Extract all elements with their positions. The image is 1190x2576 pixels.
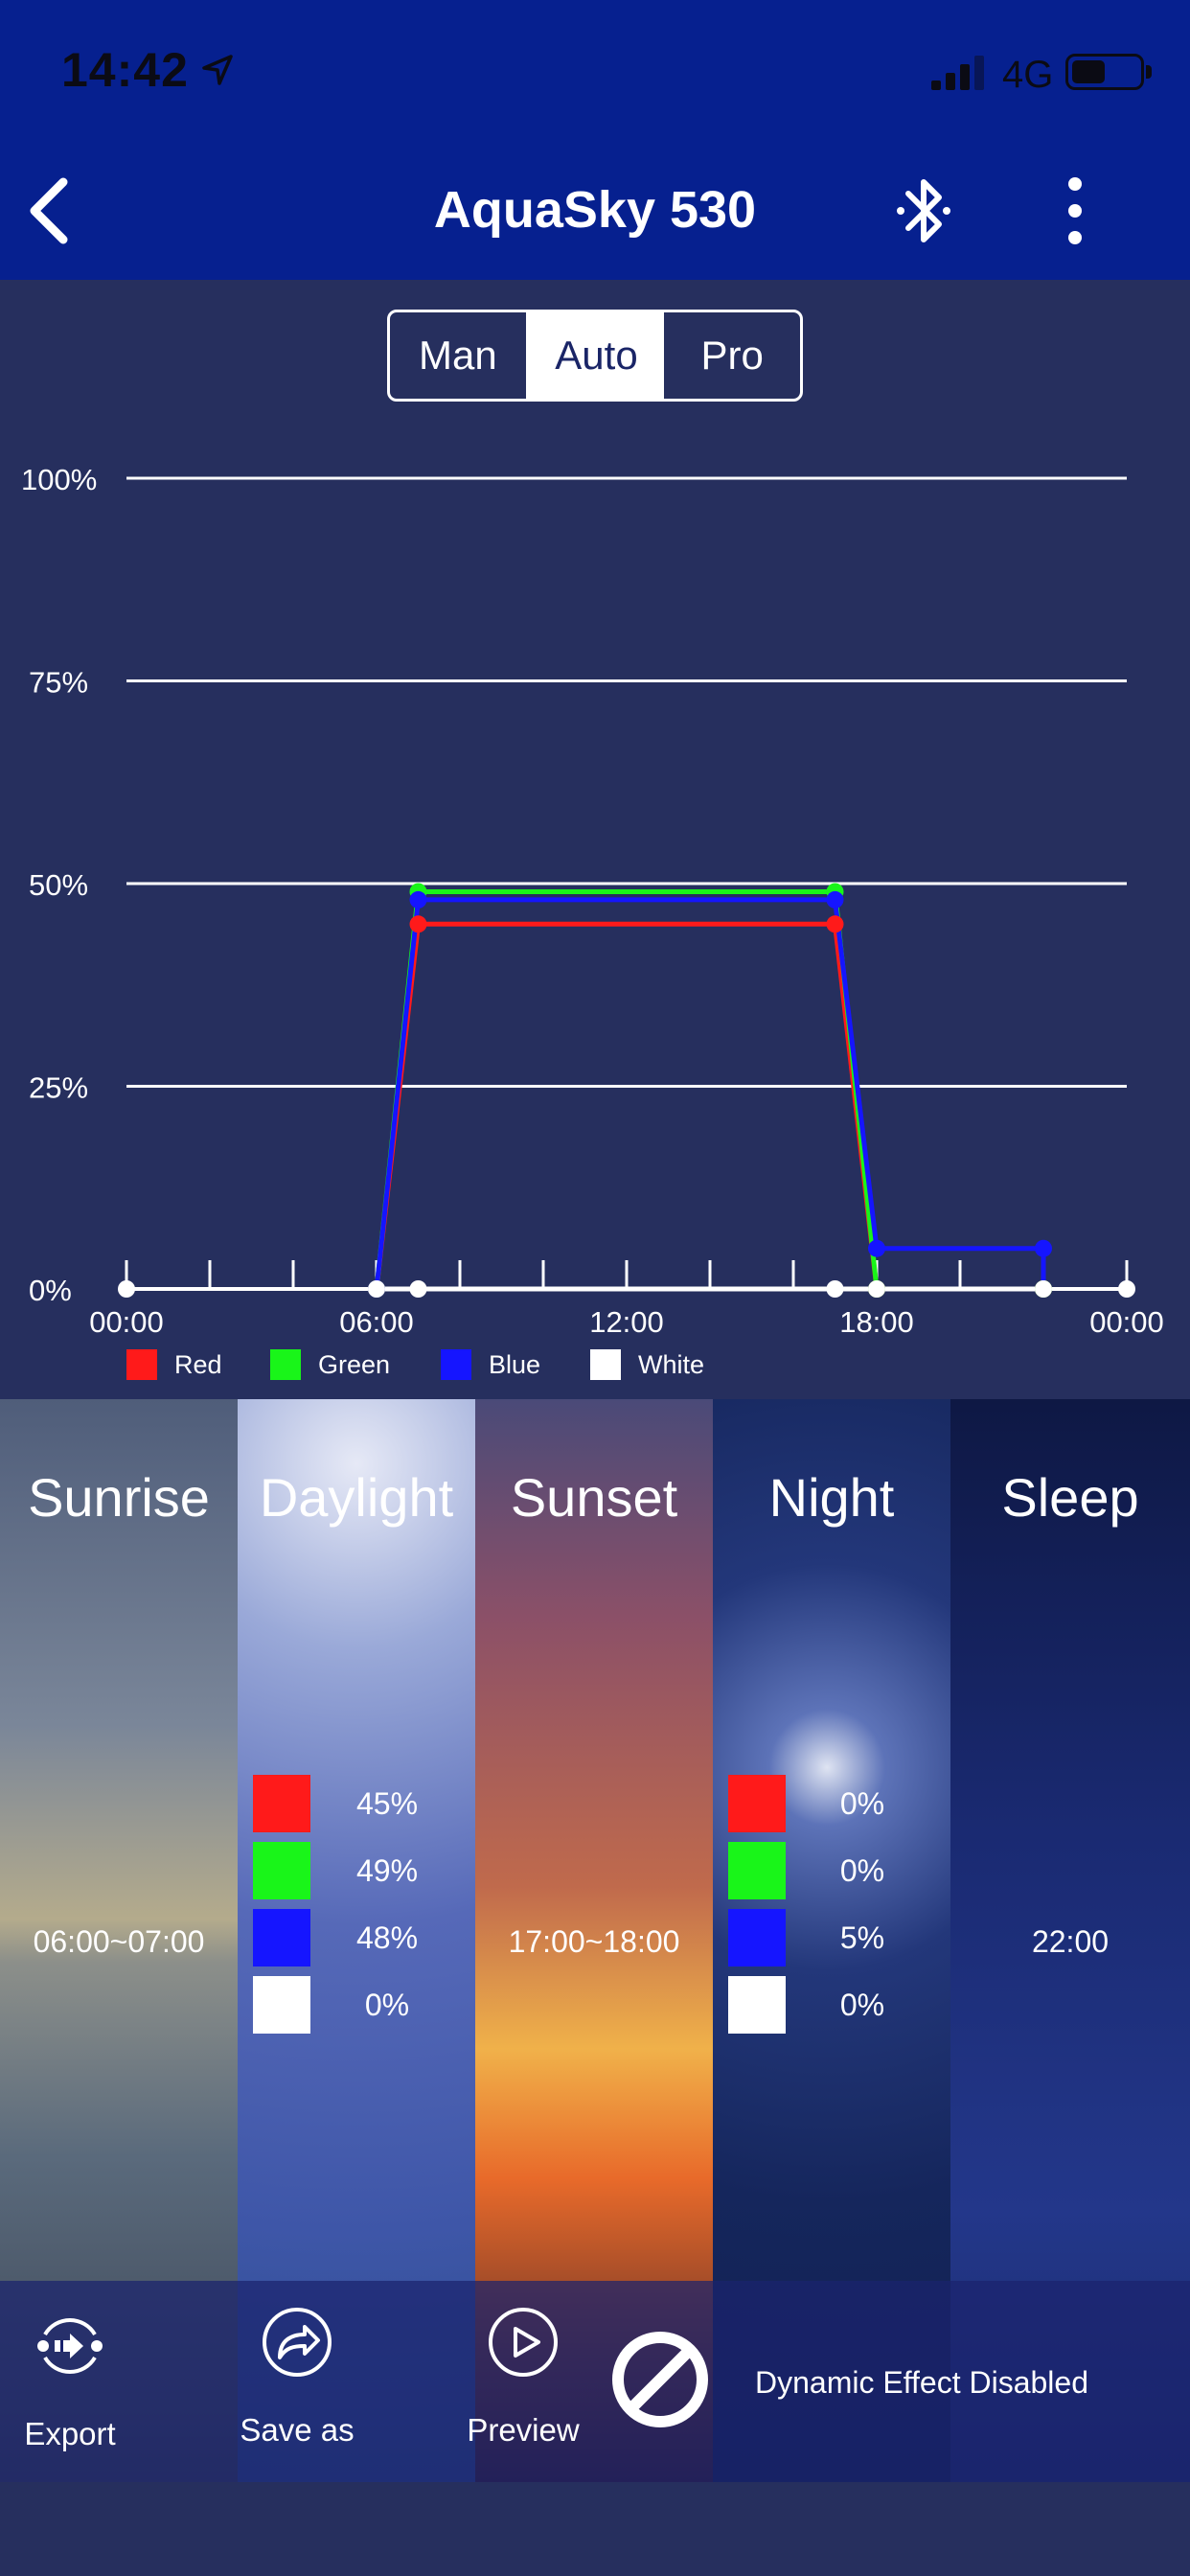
data-point-white — [868, 1280, 885, 1298]
value-row-blue: 48% — [253, 1909, 460, 1976]
legend-swatch — [126, 1349, 157, 1380]
blue-swatch — [253, 1909, 310, 1966]
mode-segmented-control: Man Auto Pro — [387, 310, 803, 402]
value-row-red: 45% — [253, 1775, 460, 1842]
data-point-blue — [1035, 1239, 1052, 1257]
data-point-white — [368, 1280, 385, 1298]
top-bar: 14:42 4G AquaSky 530 — [0, 0, 1190, 280]
series-line-blue — [374, 897, 1046, 1290]
bottom-area — [0, 2482, 1190, 2576]
page-title: AquaSky 530 — [433, 181, 757, 239]
save-as-label: Save as — [240, 2412, 355, 2448]
legend-item-green: Green — [270, 1349, 390, 1380]
value-row-white: 0% — [253, 1976, 460, 2043]
signal-icon — [931, 56, 984, 90]
blue-value: 5% — [839, 1920, 885, 1955]
white-value: 0% — [839, 1988, 885, 2022]
legend-label: White — [638, 1349, 705, 1379]
tab-pro[interactable]: Pro — [664, 312, 800, 399]
red-value: 45% — [355, 1786, 419, 1821]
green-value: 49% — [355, 1853, 419, 1888]
x-tick-label: 00:00 — [89, 1305, 164, 1339]
play-icon — [489, 2308, 558, 2377]
export-button[interactable]: Export — [0, 2308, 140, 2452]
legend-swatch — [270, 1349, 301, 1380]
bluetooth-icon[interactable] — [887, 172, 960, 249]
value-row-red: 0% — [728, 1775, 935, 1842]
disabled-icon[interactable] — [609, 2329, 711, 2430]
red-swatch — [253, 1775, 310, 1832]
white-swatch — [253, 1976, 310, 2034]
value-row-blue: 5% — [728, 1909, 935, 1976]
y-tick-label: 100% — [21, 463, 97, 496]
white-swatch — [728, 1976, 786, 2034]
legend-label: Blue — [489, 1349, 541, 1379]
scene-title: Sleep — [1001, 1467, 1139, 1528]
intensity-chart: 100% 75% 50% 25% 0% 00:00 06:00 12:00 18:00 00:00 — [21, 463, 1164, 1339]
export-label: Export — [24, 2416, 116, 2451]
y-tick-label: 0% — [29, 1274, 72, 1307]
value-row-green: 49% — [253, 1842, 460, 1909]
scene-title: Night — [768, 1467, 895, 1528]
channel-values: 0% 0% 5% 0% — [728, 1775, 935, 2043]
more-vertical-icon[interactable] — [1054, 171, 1096, 251]
location-arrow-icon — [202, 55, 233, 85]
save-as-button[interactable]: Save as — [220, 2304, 374, 2449]
y-tick-label: 25% — [29, 1071, 88, 1105]
data-point-white — [1035, 1280, 1052, 1298]
scene-title: Sunrise — [28, 1467, 210, 1528]
network-type: 4G — [1002, 54, 1054, 96]
data-point-red — [826, 915, 844, 933]
axis-end-point — [118, 1280, 135, 1298]
red-value: 0% — [839, 1786, 885, 1821]
tab-auto[interactable]: Auto — [528, 312, 665, 399]
x-tick-label: 12:00 — [589, 1305, 664, 1339]
green-value: 0% — [839, 1853, 885, 1888]
battery-icon — [1065, 54, 1144, 90]
export-icon — [37, 2317, 103, 2375]
legend-label: Green — [318, 1349, 391, 1379]
data-point-white — [409, 1280, 427, 1298]
legend-label: Red — [174, 1349, 222, 1379]
legend-item-red: Red — [126, 1349, 222, 1380]
blue-swatch — [728, 1909, 786, 1966]
white-value: 0% — [364, 1988, 410, 2022]
x-tick-label: 18:00 — [839, 1305, 914, 1339]
preview-button[interactable]: Preview — [446, 2304, 600, 2449]
preview-label: Preview — [467, 2412, 580, 2448]
data-point-blue — [868, 1239, 885, 1257]
data-point-blue — [409, 890, 427, 908]
y-tick-label: 75% — [29, 666, 88, 700]
red-swatch — [728, 1775, 786, 1832]
data-point-white — [826, 1280, 844, 1298]
channel-values: 45% 49% 48% 0% — [253, 1775, 460, 2043]
x-tick-label: 06:00 — [339, 1305, 414, 1339]
axis-end-point — [1118, 1280, 1135, 1298]
y-tick-label: 50% — [29, 868, 88, 902]
tab-man[interactable]: Man — [390, 312, 529, 399]
green-swatch — [728, 1842, 786, 1899]
legend-item-white: White — [590, 1349, 704, 1380]
data-point-red — [409, 915, 427, 933]
status-time: 14:42 — [61, 43, 189, 97]
series-line-red — [374, 921, 1043, 1292]
scene-time: 22:00 — [1031, 1924, 1110, 1959]
scene-time: 06:00~07:00 — [33, 1924, 205, 1959]
scene-title: Daylight — [259, 1467, 454, 1528]
data-point-blue — [826, 890, 844, 908]
share-icon — [263, 2308, 332, 2377]
dynamic-effect-label: Dynamic Effect Disabled — [755, 2365, 1088, 2400]
x-tick-label: 00:00 — [1089, 1305, 1164, 1339]
legend-swatch — [441, 1349, 471, 1380]
series-line-green — [374, 888, 1043, 1292]
value-row-green: 0% — [728, 1842, 935, 1909]
scene-title: Sunset — [510, 1467, 678, 1528]
value-row-white: 0% — [728, 1976, 935, 2043]
scene-time: 17:00~18:00 — [508, 1924, 680, 1959]
legend-item-blue: Blue — [441, 1349, 540, 1380]
green-swatch — [253, 1842, 310, 1899]
legend-swatch — [590, 1349, 621, 1380]
blue-value: 48% — [355, 1920, 419, 1955]
